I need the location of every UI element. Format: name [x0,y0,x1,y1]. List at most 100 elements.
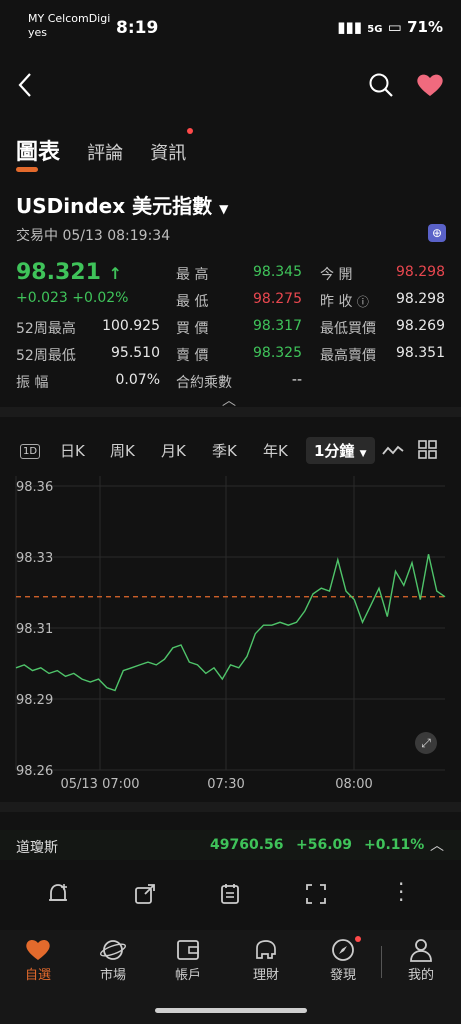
trading-status: 交易中 05/13 08:19:34 [16,228,171,244]
network-label: 5G [367,24,383,35]
stat-low: 98.275 [253,291,302,307]
nav-label: 我的 [407,968,434,983]
nav-wealth[interactable]: 理財 [236,936,296,983]
nav-market[interactable]: 市場 [83,936,143,983]
nav-label: 市場 [99,968,126,983]
calendar-icon[interactable] [218,882,242,906]
tab-bar: 圖表 評論 資訊 [16,134,208,172]
person-icon [391,936,451,964]
index-pct: +0.11% [364,837,425,853]
stat-bid: 98.317 [253,318,302,334]
stat-lowest-bid: 98.269 [396,318,445,334]
divider [0,407,461,417]
nav-watchlist[interactable]: 自選 [8,936,68,983]
fullscreen-icon[interactable] [304,882,328,906]
stat-high: 98.345 [253,264,302,280]
nav-divider [381,946,382,978]
carrier-sub: yes [28,26,48,39]
back-icon[interactable] [16,72,34,98]
period-day[interactable]: 日K [60,440,85,461]
tab-news[interactable]: 資訊 [150,139,186,165]
discover-notification-dot [355,936,361,942]
price-alert-icon[interactable] [46,882,70,906]
index-name: 道瓊斯 [16,840,58,856]
info-icon[interactable]: ⓘ [357,295,369,309]
current-price: 98.321 ↑ [16,260,122,285]
wallet-icon [158,936,218,964]
stat-label: 今 開 [320,267,353,283]
tab-comments[interactable]: 評論 [87,139,123,165]
expand-up-icon[interactable]: ︿ [430,835,444,855]
search-icon[interactable] [368,72,394,98]
period-1min-label: 1分鐘 [314,442,355,460]
elephant-icon [236,936,296,964]
stat-label: 昨 收 ⓘ [320,291,369,311]
instrument-title[interactable]: USDindex 美元指數 ▼ [16,190,228,219]
expand-icon[interactable]: ⤢ [415,732,437,754]
stat-52w-high: 100.925 [102,318,160,334]
period-year[interactable]: 年K [263,440,288,461]
price-series-line [15,554,446,692]
chart-period-toolbar: 1D 日K 周K 月K 季K 年K 1分鐘 ▼ [16,437,446,466]
period-quarter[interactable]: 季K [212,440,237,461]
share-icon[interactable] [133,882,157,906]
more-options-icon[interactable]: · · · [398,874,404,910]
action-bar: · · · [0,870,461,920]
dropdown-icon: ▼ [219,202,229,216]
tab-chart[interactable]: 圖表 [16,134,60,172]
top-bar [0,60,461,110]
stat-open: 98.298 [396,264,445,280]
stat-label: 52周最高 [16,321,76,337]
nav-account[interactable]: 帳戶 [158,936,218,983]
stat-prev-close: 98.298 [396,291,445,307]
stat-label: 最 低 [176,294,209,310]
y-tick-label: 98.36 [16,480,53,495]
x-tick-label: 05/13 07:00 [60,777,139,792]
news-notification-dot [187,128,193,134]
stat-multiplier: -- [291,372,302,388]
line-style-icon[interactable] [382,444,404,458]
y-tick-label: 98.31 [16,622,53,637]
nav-profile[interactable]: 我的 [391,936,451,983]
stat-label: 合約乘數 [176,375,232,391]
index-ticker[interactable]: 道瓊斯 49760.56 +56.09 +0.11% ︿ [0,830,461,860]
heart-icon [8,936,68,964]
up-arrow-icon: ↑ [108,264,122,283]
period-month[interactable]: 月K [161,440,186,461]
grid-layout-icon[interactable] [418,440,438,460]
x-tick-label: 08:00 [335,777,372,792]
home-indicator [155,1008,307,1013]
clock: 8:19 [116,18,159,38]
nav-label: 自選 [24,968,51,983]
carrier-info: MY CelcomDigi yes [28,12,110,40]
divider [0,802,461,812]
x-tick-label: 07:30 [207,777,244,792]
period-1min[interactable]: 1分鐘 ▼ [306,437,375,464]
globe-icon[interactable]: ⊕ [428,224,446,242]
favorite-heart-icon[interactable] [416,73,444,97]
status-bar: MY CelcomDigi yes 8:19 ▮▮▮ 5G ▭ 71% [0,0,461,48]
nav-label: 帳戶 [174,968,201,983]
period-1d[interactable]: 1D [20,444,41,459]
stat-label: 52周最低 [16,348,76,364]
nav-label: 發現 [329,968,356,983]
stat-label: 最 高 [176,267,209,283]
stat-ask: 98.325 [253,345,302,361]
price-chart[interactable]: 98.36 98.33 98.31 98.29 98.26 05/13 07:00 07:3… [0,470,461,800]
nav-discover[interactable]: 發現 [313,936,373,983]
compass-icon [313,936,373,964]
prev-close-label: 昨 收 [320,294,353,310]
battery-icon: ▭ [387,18,402,36]
stat-label: 賣 價 [176,348,209,364]
stat-label: 振 幅 [16,375,49,391]
stat-amplitude: 0.07% [115,372,160,388]
stat-label: 買 價 [176,321,209,337]
dropdown-icon: ▼ [359,449,367,459]
status-right: ▮▮▮ 5G ▭ 71% [337,18,443,36]
period-week[interactable]: 周K [110,440,135,461]
price-value: 98.321 [16,260,101,285]
battery-level: 71% [407,18,443,36]
carrier-name: MY CelcomDigi [28,12,111,25]
index-value: 49760.56 [210,837,284,853]
price-change: +0.023 +0.02% [16,290,129,306]
